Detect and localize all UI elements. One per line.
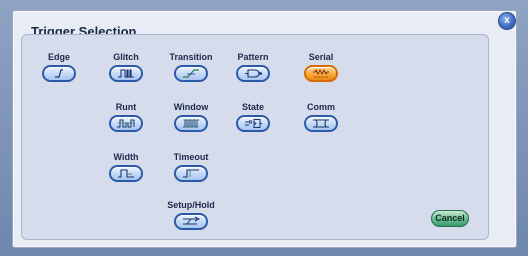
glitch-trigger-button[interactable] xyxy=(109,65,143,82)
comm-icon xyxy=(313,119,329,128)
trigger-label: Edge xyxy=(47,52,70,62)
trigger-label: Setup/Hold xyxy=(167,200,215,210)
trigger-option-timeout: Timeout xyxy=(161,152,221,182)
close-button[interactable]: x xyxy=(498,12,516,30)
trigger-label: Serial xyxy=(308,52,334,62)
timeout-trigger-button[interactable] xyxy=(174,165,208,182)
width-trigger-button[interactable] xyxy=(109,165,143,182)
setup-hold-trigger-button[interactable] xyxy=(174,213,208,230)
trigger-label: Comm xyxy=(306,102,335,112)
timeout-icon xyxy=(183,169,199,178)
trigger-option-transition: Transition xyxy=(161,52,221,82)
runt-trigger-button[interactable] xyxy=(109,115,143,132)
trigger-label: Timeout xyxy=(173,152,209,162)
state-trigger-button[interactable] xyxy=(236,115,270,132)
trigger-type-grid: Edge Glitch Transition Pattern Serial Ru… xyxy=(21,34,489,240)
pattern-icon xyxy=(245,69,262,78)
transition-trigger-button[interactable] xyxy=(174,65,208,82)
state-icon xyxy=(245,119,262,128)
trigger-label: Runt xyxy=(115,102,137,112)
serial-trigger-button[interactable] xyxy=(304,65,338,82)
runt-icon xyxy=(117,119,135,128)
trigger-label: Window xyxy=(173,102,209,112)
window-icon xyxy=(183,119,199,128)
pattern-trigger-button[interactable] xyxy=(236,65,270,82)
trigger-option-setup-hold: Setup/Hold xyxy=(161,200,221,230)
edge-icon xyxy=(55,69,63,78)
trigger-label: Glitch xyxy=(113,52,139,62)
serial-icon xyxy=(313,68,329,78)
trigger-option-width: Width xyxy=(96,152,156,182)
cancel-button[interactable]: Cancel xyxy=(431,210,469,227)
trigger-option-window: Window xyxy=(161,102,221,132)
trigger-option-runt: Runt xyxy=(96,102,156,132)
comm-trigger-button[interactable] xyxy=(304,115,338,132)
trigger-option-comm: Comm xyxy=(291,102,351,132)
trigger-label: Width xyxy=(113,152,139,162)
edge-trigger-button[interactable] xyxy=(42,65,76,82)
setup-hold-icon xyxy=(183,216,201,225)
transition-icon xyxy=(183,69,199,78)
trigger-option-state: State xyxy=(223,102,283,132)
trigger-option-pattern: Pattern xyxy=(223,52,283,82)
trigger-label: State xyxy=(241,102,264,112)
trigger-label: Pattern xyxy=(237,52,269,62)
glitch-icon xyxy=(118,69,134,78)
trigger-option-edge: Edge xyxy=(29,52,89,82)
trigger-option-serial: Serial xyxy=(291,52,351,82)
trigger-option-glitch: Glitch xyxy=(96,52,156,82)
trigger-label: Transition xyxy=(169,52,213,62)
width-icon xyxy=(118,169,134,178)
window-trigger-button[interactable] xyxy=(174,115,208,132)
